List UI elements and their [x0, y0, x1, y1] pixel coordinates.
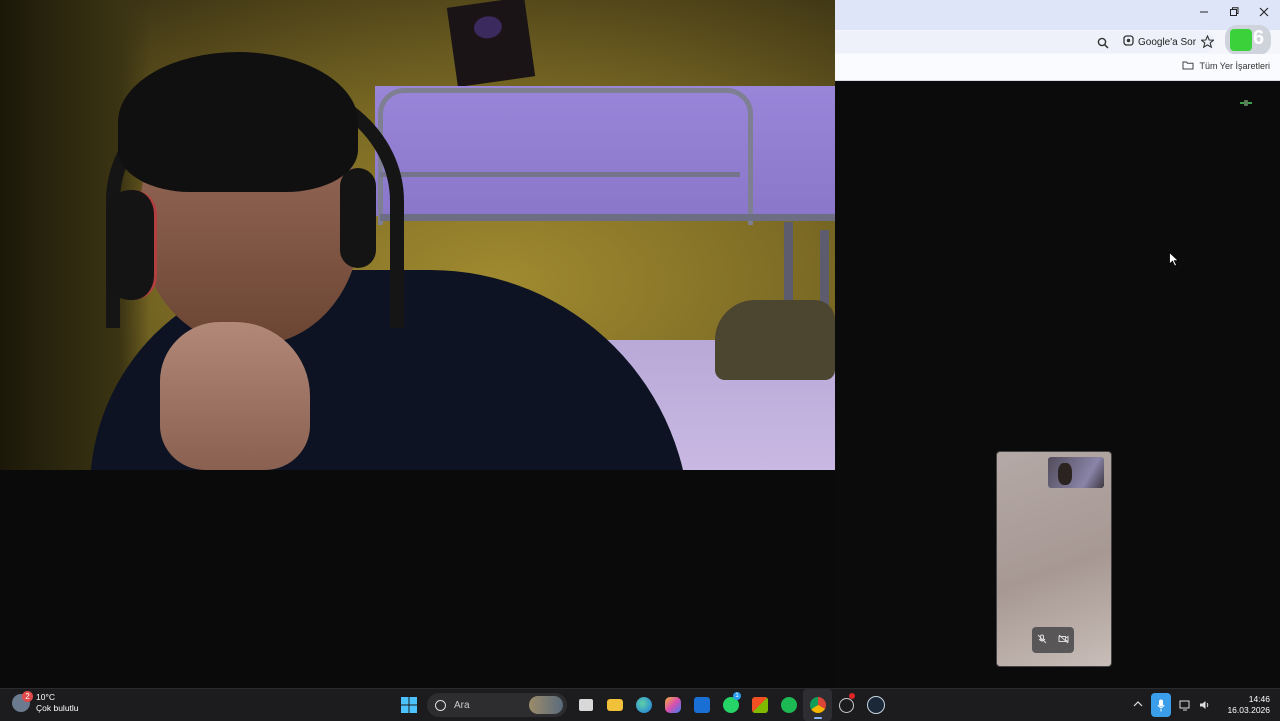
microphone-icon	[1157, 699, 1166, 711]
clock-time: 14:46	[1248, 694, 1270, 704]
browser-titlebar	[835, 0, 1280, 30]
active-indicator	[814, 717, 822, 719]
taskbar: 2 10°C Çok bulutlu Ara 1 14:46 16.03.202…	[0, 688, 1280, 721]
whatsapp-button[interactable]: 1	[716, 689, 745, 721]
bookmarks-bar: Tüm Yer İşaretleri	[835, 54, 1280, 81]
close-icon[interactable]	[1257, 6, 1271, 20]
all-bookmarks-label: Tüm Yer İşaretleri	[1199, 61, 1270, 71]
spotify-icon	[780, 697, 797, 713]
volume-icon[interactable]	[1199, 699, 1211, 711]
app-icon	[839, 697, 854, 713]
pip-controls	[1032, 627, 1074, 653]
taskbar-search[interactable]: Ara	[427, 693, 567, 717]
taskbar-apps: Ara 1	[394, 689, 890, 721]
blanket	[715, 300, 835, 380]
ask-google-label: Google'a Sor	[1138, 36, 1197, 48]
system-tray: 14:46 16.03.2026	[1133, 689, 1280, 721]
wall-poster	[446, 0, 536, 88]
mail-icon	[693, 697, 710, 713]
steam-button[interactable]	[861, 689, 890, 721]
minimize-icon[interactable]	[1197, 6, 1211, 20]
status-indicator-icon	[1239, 94, 1253, 106]
avatar-image	[1230, 29, 1252, 51]
search-placeholder: Ara	[454, 699, 470, 711]
mic-muted-icon[interactable]	[1037, 634, 1047, 647]
clock-date: 16.03.2026	[1227, 705, 1270, 715]
headphone-cup-left	[106, 190, 157, 300]
task-view-button[interactable]	[571, 689, 600, 721]
start-button[interactable]	[394, 689, 423, 721]
person-hand	[160, 322, 310, 470]
app-button[interactable]	[832, 689, 861, 721]
whatsapp-badge: 1	[733, 692, 741, 700]
copilot-button[interactable]	[658, 689, 687, 721]
task-view-icon	[578, 699, 593, 711]
clock[interactable]: 14:46 16.03.2026	[1227, 694, 1270, 716]
notification-dot	[849, 693, 855, 699]
camera-off-icon[interactable]	[1058, 634, 1069, 647]
google-lens-icon	[1123, 35, 1134, 49]
store-button[interactable]	[745, 689, 774, 721]
bunk-rail-bar	[380, 172, 740, 177]
bunk-frame	[380, 214, 835, 221]
edge-button[interactable]	[629, 689, 658, 721]
weather-temperature: 10°C	[36, 692, 55, 702]
person-hair	[118, 52, 358, 192]
chrome-icon	[809, 697, 826, 713]
folder-icon	[606, 699, 623, 711]
weather-badge: 2	[22, 691, 33, 702]
chevron-up-icon[interactable]	[1133, 700, 1143, 711]
steam-icon	[866, 696, 885, 714]
folder-icon	[1182, 60, 1194, 72]
profile-badge: 6	[1253, 27, 1265, 49]
search-icon[interactable]	[1097, 36, 1109, 54]
store-icon	[751, 697, 768, 713]
file-explorer-button[interactable]	[600, 689, 629, 721]
weather-widget[interactable]: 2 10°C Çok bulutlu	[12, 691, 79, 714]
cloud-icon: 2	[12, 691, 33, 712]
microphone-button[interactable]	[1151, 693, 1172, 717]
chrome-button[interactable]	[803, 689, 832, 721]
weather-description: Çok bulutlu	[36, 703, 79, 713]
search-highlight-image	[529, 696, 563, 714]
network-icon[interactable]	[1179, 699, 1191, 711]
search-icon	[435, 699, 446, 711]
restore-icon[interactable]	[1227, 6, 1241, 20]
star-icon[interactable]	[1200, 34, 1215, 53]
windows-icon	[400, 697, 417, 713]
bunk-rail	[378, 88, 753, 225]
profile-avatar-button[interactable]: 6	[1225, 25, 1271, 55]
copilot-icon	[664, 697, 681, 713]
headphone-cup-right	[340, 168, 376, 268]
edge-icon	[635, 697, 652, 713]
ask-google-button[interactable]: Google'a Sor	[1117, 33, 1202, 51]
spotify-button[interactable]	[774, 689, 803, 721]
outlook-button[interactable]	[687, 689, 716, 721]
remote-video	[0, 0, 835, 470]
remote-thumbnail[interactable]	[1048, 457, 1104, 488]
all-bookmarks-button[interactable]: Tüm Yer İşaretleri	[1182, 60, 1270, 72]
self-view-window[interactable]	[996, 451, 1112, 667]
